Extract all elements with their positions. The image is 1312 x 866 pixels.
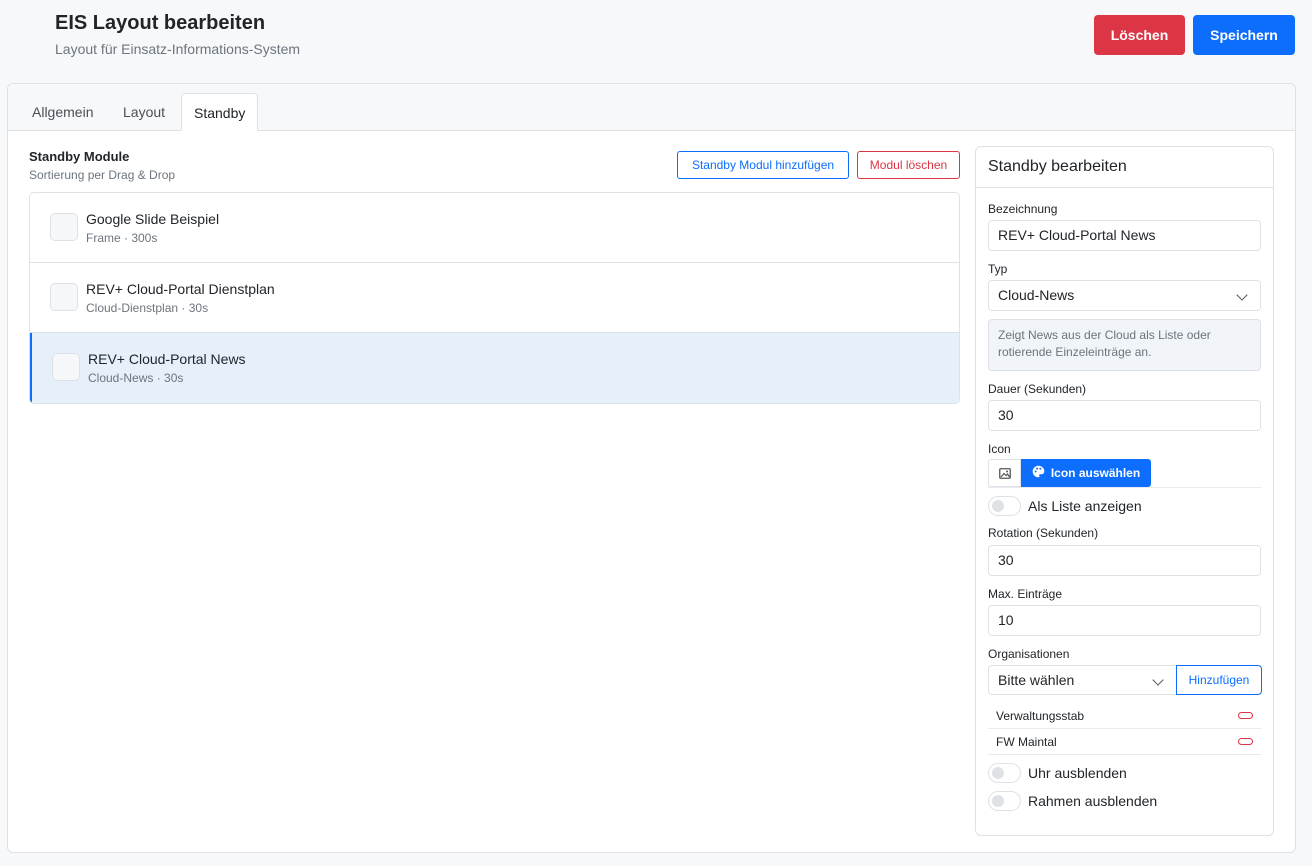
organisation-select-value: Bitte wählen — [998, 672, 1075, 688]
module-item[interactable]: Google Slide Beispiel Frame · 300s — [30, 193, 959, 263]
max-entries-input[interactable]: 10 — [988, 605, 1261, 636]
save-button[interactable]: Speichern — [1193, 15, 1295, 55]
tab-allgemein[interactable]: Allgemein — [20, 93, 105, 131]
duration-label: Dauer (Sekunden) — [988, 382, 1087, 396]
tab-standby[interactable]: Standby — [181, 93, 259, 131]
chevron-down-icon — [1236, 289, 1248, 301]
type-select-value: Cloud-News — [998, 287, 1075, 303]
module-name: REV+ Cloud-Portal News — [88, 351, 246, 367]
frame-toggle-switch[interactable] — [988, 791, 1021, 811]
module-list: Google Slide Beispiel Frame · 300s REV+ … — [29, 192, 960, 404]
list-toggle-switch[interactable] — [988, 496, 1021, 516]
max-entries-label: Max. Einträge — [988, 587, 1063, 601]
select-icon-label: Icon auswählen — [1050, 466, 1141, 480]
rotation-input[interactable]: 30 — [988, 545, 1261, 576]
organisation-name: FW Maintal — [996, 735, 1057, 749]
module-item-selected[interactable]: REV+ Cloud-Portal News Cloud-News · 30s — [30, 333, 959, 403]
organisation-select[interactable]: Bitte wählen — [988, 665, 1177, 695]
module-name: Google Slide Beispiel — [86, 211, 220, 227]
add-organisation-button[interactable]: Hinzufügen — [1176, 665, 1262, 695]
chevron-down-icon — [1152, 674, 1164, 686]
module-drag-icon[interactable] — [50, 283, 78, 311]
type-label: Typ — [988, 262, 1008, 276]
organisation-row: Verwaltungsstab — [988, 703, 1261, 729]
module-name: REV+ Cloud-Portal Dienstplan — [86, 281, 275, 297]
module-item[interactable]: REV+ Cloud-Portal Dienstplan Cloud-Diens… — [30, 263, 959, 333]
module-drag-icon[interactable] — [50, 213, 78, 241]
select-icon-button[interactable]: Icon auswählen — [1021, 459, 1151, 487]
type-select[interactable]: Cloud-News — [988, 280, 1261, 311]
delete-button[interactable]: Löschen — [1094, 15, 1185, 55]
panel-title: Standby bearbeiten — [976, 147, 1273, 188]
icon-row: Icon auswählen — [988, 459, 1261, 488]
duration-input[interactable]: 30 — [988, 400, 1261, 431]
module-drag-icon[interactable] — [52, 353, 80, 381]
organisation-row: FW Maintal — [988, 729, 1261, 755]
icon-label: Icon — [988, 442, 1011, 456]
organisation-name: Verwaltungsstab — [996, 709, 1085, 723]
standby-section-title: Standby Module — [29, 149, 130, 164]
palette-icon — [1032, 465, 1045, 481]
delete-module-button[interactable]: Modul löschen — [857, 151, 960, 179]
add-standby-module-button[interactable]: Standby Modul hinzufügen — [677, 151, 849, 179]
standby-section-subtitle: Sortierung per Drag & Drop — [29, 168, 176, 182]
name-input[interactable]: REV+ Cloud-Portal News — [988, 220, 1261, 251]
module-meta: Cloud-News · 30s — [88, 371, 184, 385]
remove-organisation-button[interactable] — [1238, 738, 1253, 745]
name-label: Bezeichnung — [988, 202, 1058, 216]
clock-toggle-switch[interactable] — [988, 763, 1021, 783]
page-title: EIS Layout bearbeiten — [55, 12, 266, 34]
rotation-label: Rotation (Sekunden) — [988, 526, 1099, 540]
clock-toggle-label: Uhr ausblenden — [1028, 765, 1127, 781]
type-info-box: Zeigt News aus der Cloud als Liste oder … — [988, 319, 1261, 371]
module-meta: Frame · 300s — [86, 231, 158, 245]
page-subtitle: Layout für Einsatz-Informations-System — [55, 41, 301, 57]
module-meta: Cloud-Dienstplan · 30s — [86, 301, 209, 315]
tab-layout[interactable]: Layout — [111, 93, 177, 131]
standby-editor-panel: Standby bearbeiten Bezeichnung REV+ Clou… — [975, 146, 1274, 836]
main-card: Allgemein Layout Standby Standby Module … — [7, 83, 1296, 853]
list-toggle-label: Als Liste anzeigen — [1028, 498, 1142, 514]
frame-toggle-label: Rahmen ausblenden — [1028, 793, 1158, 809]
image-icon — [988, 459, 1021, 487]
organisations-label: Organisationen — [988, 647, 1070, 661]
remove-organisation-button[interactable] — [1238, 712, 1253, 719]
tab-bar: Allgemein Layout Standby — [8, 84, 1295, 131]
